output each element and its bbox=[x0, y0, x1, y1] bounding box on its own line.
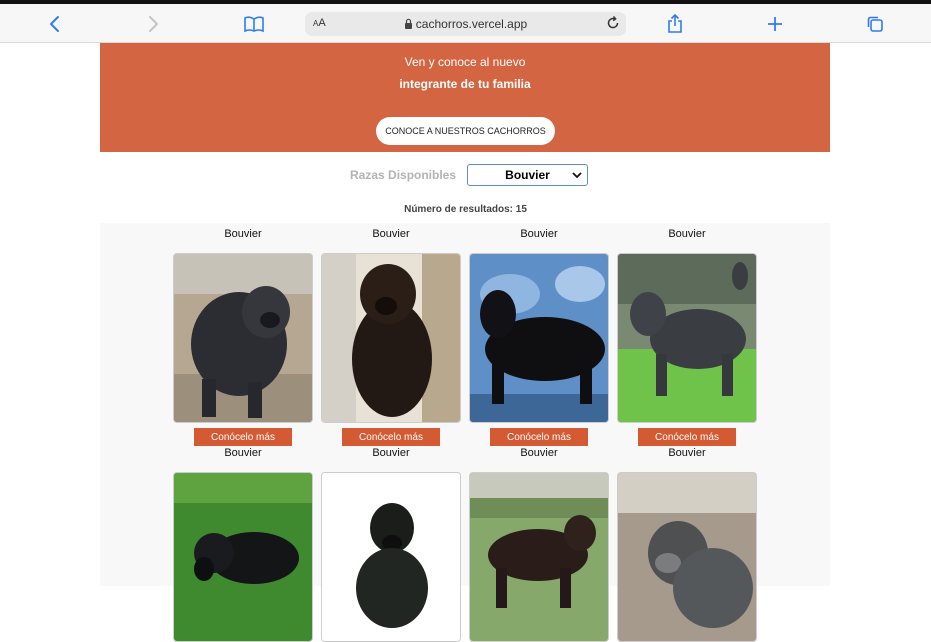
puppy-photo[interactable] bbox=[173, 253, 313, 423]
new-tab-icon[interactable] bbox=[762, 11, 788, 37]
puppy-name: Bouvier bbox=[224, 228, 262, 240]
tabs-overview-icon[interactable] bbox=[862, 11, 888, 37]
puppy-photo[interactable] bbox=[321, 253, 461, 423]
lock-icon bbox=[404, 18, 412, 29]
breed-select-value: Bouvier bbox=[505, 168, 550, 182]
bookmarks-icon[interactable] bbox=[241, 11, 267, 37]
hero-line-1: Ven y conoce al nuevo bbox=[404, 55, 526, 69]
puppy-photo[interactable] bbox=[173, 472, 313, 642]
conocelo-mas-button[interactable]: Conócelo más bbox=[194, 428, 292, 446]
reload-icon[interactable] bbox=[605, 15, 621, 36]
url-label: cachorros.vercel.app bbox=[415, 17, 528, 31]
puppy-photo[interactable] bbox=[469, 253, 609, 423]
share-icon[interactable] bbox=[662, 11, 688, 37]
puppy-name: Bouvier bbox=[224, 447, 262, 459]
chevron-down-icon bbox=[571, 168, 583, 185]
breed-filter: Razas Disponibles Bouvier bbox=[0, 164, 931, 186]
back-icon[interactable] bbox=[42, 11, 68, 37]
hero-line-2: integrante de tu familia bbox=[399, 77, 531, 91]
puppy-grid: Bouvier Conócelo más Bouvier Conócelo má… bbox=[100, 223, 830, 642]
puppy-name: Bouvier bbox=[372, 447, 410, 459]
address-bar[interactable]: AA cachorros.vercel.app bbox=[305, 12, 626, 36]
puppy-name: Bouvier bbox=[520, 228, 558, 240]
puppy-photo[interactable] bbox=[617, 472, 757, 642]
conocelo-mas-button[interactable]: Conócelo más bbox=[638, 428, 736, 446]
puppy-name: Bouvier bbox=[668, 447, 706, 459]
breed-select[interactable]: Bouvier bbox=[467, 164, 588, 186]
puppy-photo[interactable] bbox=[469, 472, 609, 642]
puppy-photo[interactable] bbox=[617, 253, 757, 423]
puppy-name: Bouvier bbox=[520, 447, 558, 459]
puppy-name: Bouvier bbox=[668, 228, 706, 240]
puppy-photo[interactable] bbox=[321, 472, 461, 642]
hero-banner: Ven y conoce al nuevo integrante de tu f… bbox=[100, 43, 830, 152]
browser-toolbar: AA cachorros.vercel.app bbox=[0, 4, 931, 43]
forward-icon[interactable] bbox=[140, 11, 166, 37]
puppy-name: Bouvier bbox=[372, 228, 410, 240]
conocelo-mas-button[interactable]: Conócelo más bbox=[342, 428, 440, 446]
breed-filter-label: Razas Disponibles bbox=[350, 168, 457, 182]
conoce-cachorros-button[interactable]: CONOCE A NUESTROS CACHORROS bbox=[376, 117, 555, 145]
url-text: cachorros.vercel.app bbox=[305, 17, 626, 31]
web-page: Ven y conoce al nuevo integrante de tu f… bbox=[0, 43, 931, 642]
conocelo-mas-button[interactable]: Conócelo más bbox=[490, 428, 588, 446]
results-count: Número de resultados: 15 bbox=[404, 204, 527, 215]
